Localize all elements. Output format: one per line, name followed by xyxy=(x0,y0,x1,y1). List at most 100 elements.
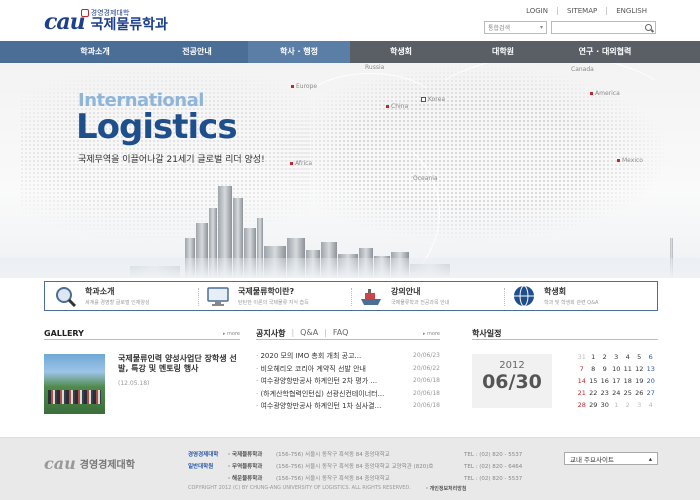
logo-mark: cau xyxy=(44,9,89,33)
calendar-day[interactable]: 13 xyxy=(645,365,657,375)
city-label: America xyxy=(590,90,620,97)
calendar-day[interactable]: 6 xyxy=(645,353,657,363)
gallery-section: GALLERY ▸ more 국제물류인력 양성사업단 장학생 선발, 특강 및… xyxy=(44,328,240,414)
calendar-day[interactable]: 5 xyxy=(634,353,646,363)
magnifier-icon xyxy=(53,285,77,308)
schedule-year: 2012 xyxy=(499,360,525,371)
sitemap-link[interactable]: SITEMAP xyxy=(556,7,606,15)
footer: cau 경영경제대학 경영경제대학 · 국제물류학과 (156-756) 서울시 동… xyxy=(0,437,700,500)
nav-item-about[interactable]: 학과소개 xyxy=(44,41,146,63)
nav-item-student-council[interactable]: 학생회 xyxy=(350,41,452,63)
list-item[interactable]: 여수광양항만공사 하계인턴 2차 평가 ...20/06/18 xyxy=(256,375,440,388)
gallery-title: GALLERY xyxy=(44,329,84,338)
ship-icon xyxy=(359,285,383,307)
chevron-down-icon: ▴ xyxy=(648,454,652,463)
calendar-day[interactable]: 20 xyxy=(645,377,657,387)
privacy-policy-link[interactable]: · 개인정보처리방침 xyxy=(426,485,466,492)
quick-item-about[interactable]: 학과소개 세계를 경영할 글로벌 인재양성 xyxy=(45,282,198,310)
calendar-day[interactable]: 3 xyxy=(611,353,623,363)
nav-item-major[interactable]: 전공안내 xyxy=(146,41,248,63)
city-label: China xyxy=(386,103,408,110)
english-link[interactable]: ENGLISH xyxy=(606,7,656,15)
calendar-day[interactable]: 3 xyxy=(634,401,646,411)
search-icon[interactable] xyxy=(645,24,652,31)
quick-item-desc: 세계를 경영할 글로벌 인재양성 xyxy=(85,300,150,306)
tab-faq[interactable]: FAQ xyxy=(333,328,349,339)
quick-item-logistics[interactable]: 국제물류학이란? 탄탄한 이론의 국제물류 지식 습득 xyxy=(198,282,351,310)
list-item[interactable]: 2020 모의 IMO 총회 개최 공고...20/06/23 xyxy=(256,350,440,363)
schedule-title: 학사일정 xyxy=(472,329,502,338)
gallery-more-link[interactable]: ▸ more xyxy=(223,331,240,337)
calendar-day[interactable]: 23 xyxy=(599,389,611,399)
logo-college-name: 경영경제대학 xyxy=(90,9,130,17)
quick-item-council[interactable]: 학생회 학과 및 학생회 관련 Q&A xyxy=(504,282,657,310)
calendar-day[interactable]: 8 xyxy=(588,365,600,375)
tab-qna[interactable]: Q&A xyxy=(300,328,318,339)
calendar-day[interactable]: 2 xyxy=(599,353,611,363)
notice-section: 공지사항 | Q&A | FAQ ▸ more 2020 모의 IMO 총회 개… xyxy=(256,328,440,413)
city-label-korea: Korea xyxy=(421,96,445,103)
calendar-day[interactable]: 18 xyxy=(622,377,634,387)
calendar-day[interactable]: 4 xyxy=(645,401,657,411)
nav-item-graduate[interactable]: 대학원 xyxy=(452,41,554,63)
footer-logo-mark: cau xyxy=(44,454,76,473)
city-label: Europe xyxy=(291,83,317,90)
calendar-day[interactable]: 14 xyxy=(576,377,588,387)
quick-item-desc: 학과 및 학생회 관련 Q&A xyxy=(544,300,599,306)
calendar-day[interactable]: 28 xyxy=(576,401,588,411)
calendar-day[interactable]: 16 xyxy=(599,377,611,387)
footer-contact-info: 경영경제대학 · 국제물류학과 (156-756) 서울시 동작구 흑석동 84 중… xyxy=(188,449,524,485)
calendar-day[interactable]: 9 xyxy=(599,365,611,375)
nav-item-academic[interactable]: 학사 · 행정 xyxy=(248,41,350,63)
calendar-day[interactable]: 29 xyxy=(588,401,600,411)
chevron-down-icon: ▾ xyxy=(539,24,543,31)
list-item[interactable]: (하계산학협력인턴십) 선광신컨테이너터...20/06/18 xyxy=(256,388,440,401)
list-item[interactable]: 여수광양항만공사 하계인턴 1차 심사결...20/06/18 xyxy=(256,400,440,413)
gallery-photo[interactable] xyxy=(44,354,105,414)
calendar-day[interactable]: 12 xyxy=(634,365,646,375)
schedule-date-box: 2012 06/30 xyxy=(472,354,552,408)
calendar-day[interactable]: 1 xyxy=(588,353,600,363)
calendar-day[interactable]: 11 xyxy=(622,365,634,375)
gallery-item-title[interactable]: 국제물류인력 양성사업단 장학생 선발, 특강 및 멘토링 행사 xyxy=(118,354,238,374)
calendar-day[interactable]: 17 xyxy=(611,377,623,387)
gallery-item-date: (12.05.18) xyxy=(118,380,150,387)
monitor-icon xyxy=(206,285,230,307)
list-item[interactable]: 비오헤리오 코리아 계약직 선발 안내20/06/22 xyxy=(256,363,440,376)
search-scope-select[interactable]: 통합검색 ▾ xyxy=(484,21,547,34)
notice-more-link[interactable]: ▸ more xyxy=(423,331,440,337)
family-site-select[interactable]: 교내 주요사이트 ▴ xyxy=(564,452,658,465)
hero-banner: Europe Russia China Korea Canada America… xyxy=(0,63,700,278)
calendar-day[interactable]: 1 xyxy=(611,401,623,411)
footer-copyright: COPYRIGHT 2012 (C) BY CHUNG-ANG UNIVERSI… xyxy=(188,485,411,491)
calendar-day[interactable]: 31 xyxy=(576,353,588,363)
city-label: Russia xyxy=(365,64,385,71)
schedule-section: 학사일정 2012 06/30 31 1 2 3 4 5 6 7 8 9 10 11 12 13 14 15 1… xyxy=(472,328,658,409)
search-input[interactable] xyxy=(551,21,656,34)
quick-item-desc: 국제물류학과 전공과목 안내 xyxy=(391,300,450,306)
calendar-day[interactable]: 4 xyxy=(622,353,634,363)
calendar-day[interactable]: 30 xyxy=(599,401,611,411)
schedule-day: 06/30 xyxy=(482,371,542,393)
calendar-day[interactable]: 26 xyxy=(634,389,646,399)
calendar-day[interactable]: 10 xyxy=(611,365,623,375)
calendar-day[interactable]: 21 xyxy=(576,389,588,399)
family-site-label: 교내 주요사이트 xyxy=(570,455,614,464)
quick-item-title: 학생회 xyxy=(544,287,567,296)
site-logo[interactable]: cau 경영경제대학 국제물류학과 xyxy=(44,9,168,33)
calendar-day[interactable]: 7 xyxy=(576,365,588,375)
footer-logo-name: 경영경제대학 xyxy=(79,460,135,471)
globe-icon xyxy=(512,285,536,307)
calendar-day[interactable]: 24 xyxy=(611,389,623,399)
calendar-day[interactable]: 15 xyxy=(588,377,600,387)
login-link[interactable]: LOGIN xyxy=(517,7,557,15)
calendar-day[interactable]: 27 xyxy=(645,389,657,399)
nav-item-research[interactable]: 연구 · 대외협력 xyxy=(554,41,656,63)
tab-notice[interactable]: 공지사항 xyxy=(256,328,285,339)
calendar-day[interactable]: 25 xyxy=(622,389,634,399)
calendar-day[interactable]: 2 xyxy=(622,401,634,411)
quick-item-lecture[interactable]: 강의안내 국제물류학과 전공과목 안내 xyxy=(351,282,504,310)
calendar-day[interactable]: 22 xyxy=(588,389,600,399)
mini-calendar: 31 1 2 3 4 5 6 7 8 9 10 11 12 13 14 15 16 17 18 19 20 21 22 23 2… xyxy=(576,353,657,411)
calendar-day[interactable]: 19 xyxy=(634,377,646,387)
